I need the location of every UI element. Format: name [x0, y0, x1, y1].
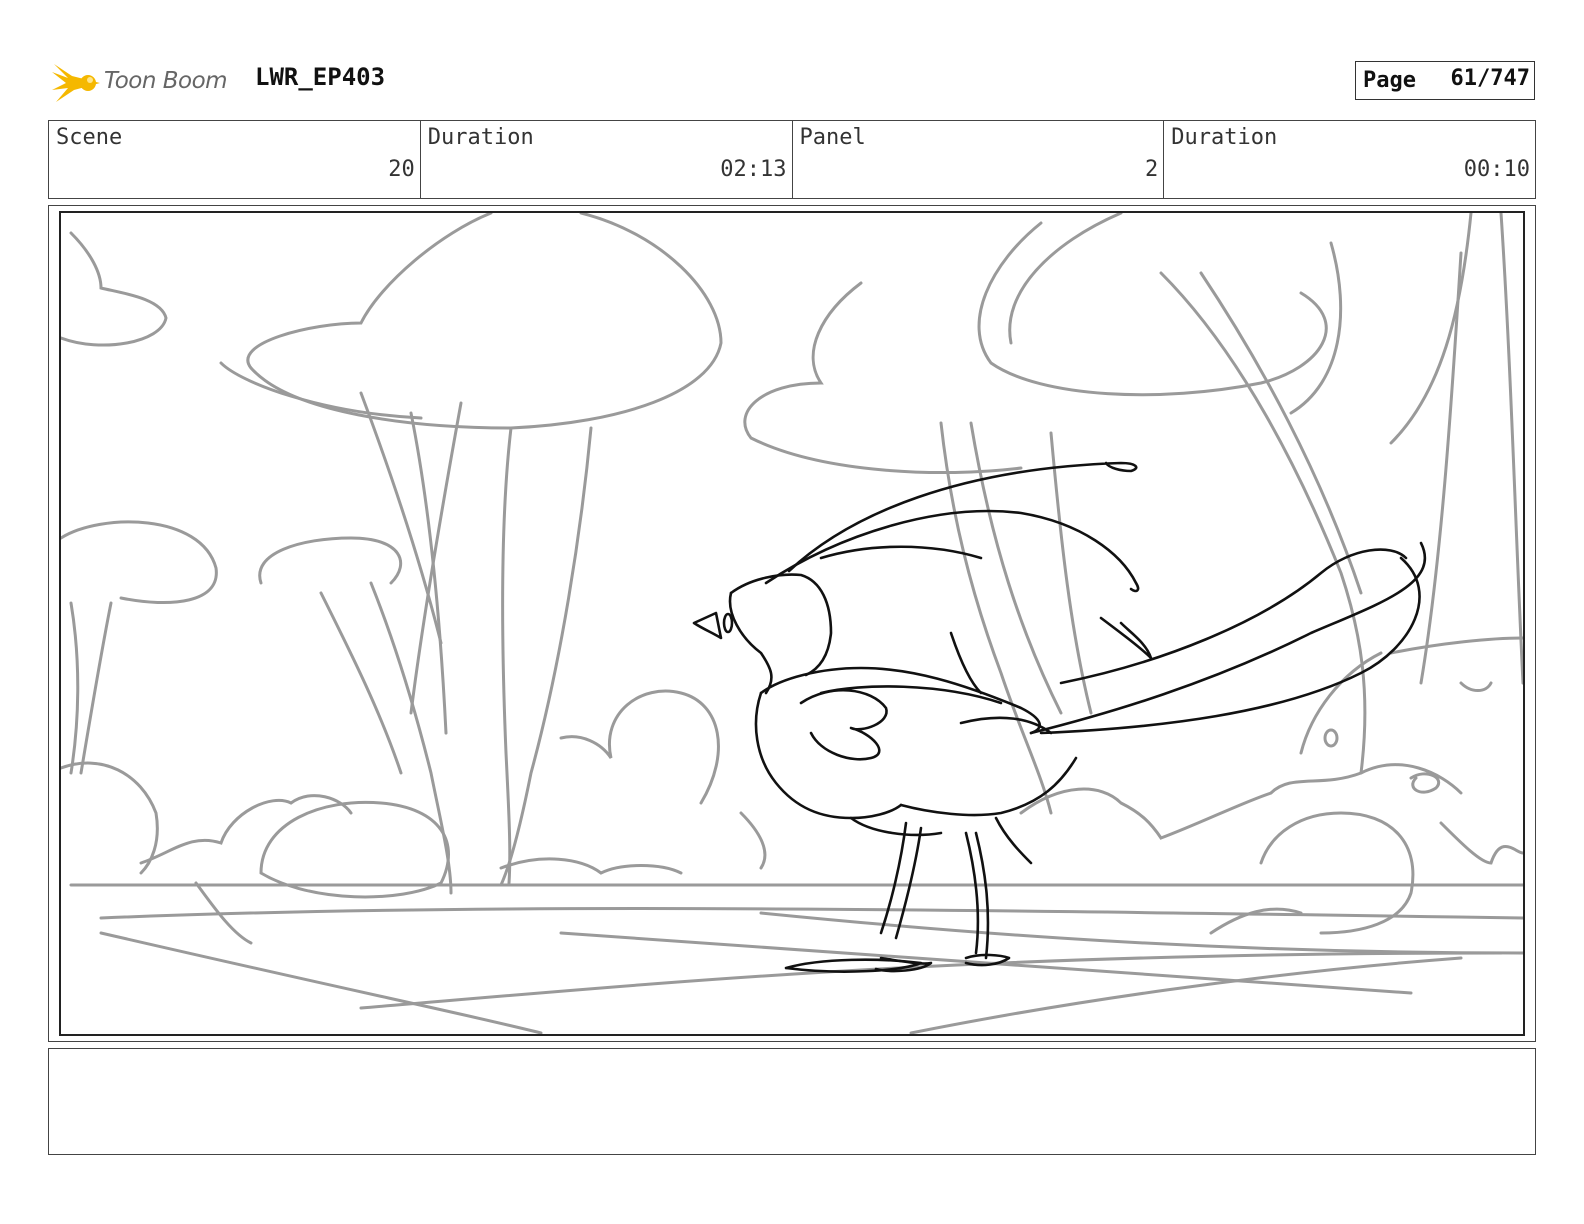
scene-cell: Scene 20	[49, 121, 421, 198]
scene-duration-label: Duration	[427, 125, 534, 150]
panel-cell: Panel 2	[793, 121, 1165, 198]
panel-duration-value: 00:10	[1463, 157, 1530, 182]
panel-value: 2	[1145, 157, 1159, 182]
panel-notes-box	[48, 1048, 1536, 1155]
page-counter: Page 61/747	[1355, 61, 1535, 100]
background-sketch	[61, 213, 1523, 1034]
page-value: 61/747	[1450, 66, 1530, 91]
storyboard-sketch	[59, 211, 1525, 1036]
scene-duration-cell: Duration 02:13	[421, 121, 793, 198]
panel-label: Panel	[799, 125, 866, 150]
sketch-drawing	[61, 213, 1523, 1034]
sunburst-icon	[52, 64, 100, 102]
scene-value: 20	[388, 157, 415, 182]
scene-label: Scene	[56, 125, 123, 150]
panel-duration-cell: Duration 00:10	[1164, 121, 1535, 198]
project-title: LWR_EP403	[255, 63, 386, 91]
page-label: Page	[1363, 68, 1416, 93]
panel-duration-label: Duration	[1171, 125, 1278, 150]
toon-boom-logo: Toon Boom	[52, 58, 242, 108]
logo-text: Toon Boom	[104, 68, 228, 94]
scene-info-row: Scene 20 Duration 02:13 Panel 2 Duration…	[48, 120, 1536, 199]
scene-duration-value: 02:13	[720, 157, 787, 182]
